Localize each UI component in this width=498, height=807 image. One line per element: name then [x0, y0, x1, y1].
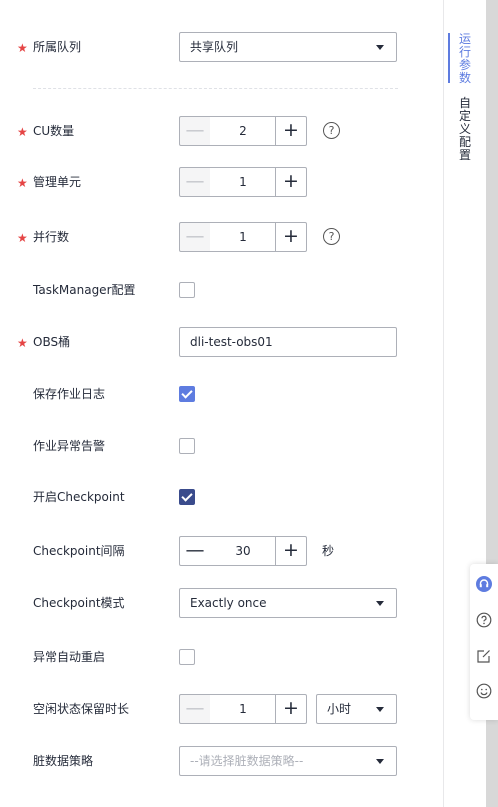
increment-button[interactable]: +: [275, 694, 307, 724]
checkpoint-row: 开启Checkpoint: [0, 481, 440, 513]
obs-bucket-value: dli-test-obs01: [190, 335, 273, 349]
chevron-down-icon: [376, 707, 384, 712]
taskmanager-label: TaskManager配置: [33, 283, 136, 297]
dirty-data-select[interactable]: --请选择脏数据策略--: [179, 746, 397, 776]
parallelism-label: 并行数: [33, 230, 70, 244]
obs-row: ★ OBS桶 dli-test-obs01: [0, 326, 440, 358]
idle-time-row: 空闲状态保留时长 — 1 + 小时: [0, 693, 440, 725]
alarm-checkbox[interactable]: [179, 438, 195, 454]
side-tab-active-indicator: [448, 33, 450, 83]
divider: [33, 88, 398, 89]
checkpoint-interval-row: Checkpoint间隔 — 30 + 秒: [0, 535, 440, 567]
idle-time-stepper: — 1 +: [179, 694, 307, 724]
manager-unit-stepper: — 1 +: [179, 167, 307, 197]
decrement-button[interactable]: —: [179, 167, 211, 197]
required-marker: ★: [17, 231, 28, 245]
checkpoint-label: 开启Checkpoint: [33, 490, 125, 504]
chevron-down-icon: [376, 601, 384, 606]
checkpoint-mode-label: Checkpoint模式: [33, 596, 125, 610]
dirty-data-placeholder: --请选择脏数据策略--: [190, 754, 304, 768]
chevron-down-icon: [376, 45, 384, 50]
required-marker: ★: [17, 41, 28, 55]
checkpoint-mode-row: Checkpoint模式 Exactly once: [0, 587, 440, 619]
checkpoint-interval-stepper: — 30 +: [179, 536, 307, 566]
chevron-down-icon: [376, 759, 384, 764]
auto-restart-label: 异常自动重启: [33, 650, 106, 664]
increment-button[interactable]: +: [275, 222, 307, 252]
save-log-checkbox[interactable]: [179, 386, 195, 402]
checkpoint-mode-select[interactable]: Exactly once: [179, 588, 397, 618]
decrement-button[interactable]: —: [179, 116, 211, 146]
alarm-label: 作业异常告警: [33, 439, 106, 453]
required-marker: ★: [17, 125, 28, 139]
checkpoint-checkbox[interactable]: [179, 489, 195, 505]
auto-restart-checkbox[interactable]: [179, 649, 195, 665]
taskmanager-row: TaskManager配置: [0, 274, 440, 306]
required-marker: ★: [17, 336, 28, 350]
queue-row: ★ 所属队列 共享队列: [0, 31, 440, 63]
tab-run-params[interactable]: 运行参数: [458, 33, 472, 85]
queue-label: 所属队列: [33, 40, 82, 54]
headset-icon[interactable]: [476, 576, 492, 592]
smile-icon[interactable]: [476, 683, 492, 699]
parallelism-row: ★ 并行数 — 1 + ?: [0, 221, 440, 253]
queue-select[interactable]: 共享队列: [179, 32, 397, 62]
taskmanager-checkbox[interactable]: [179, 282, 195, 298]
queue-value: 共享队列: [190, 40, 239, 54]
floating-toolbar: [470, 564, 498, 720]
save-log-row: 保存作业日志: [0, 378, 440, 410]
tab-custom-config[interactable]: 自定义配置: [458, 97, 472, 162]
cu-label: CU数量: [33, 124, 75, 138]
decrement-button[interactable]: —: [179, 694, 211, 724]
question-icon[interactable]: [476, 612, 492, 628]
decrement-button[interactable]: —: [179, 536, 211, 566]
checkpoint-interval-input[interactable]: 30: [210, 536, 276, 566]
checkpoint-interval-label: Checkpoint间隔: [33, 544, 125, 558]
cu-stepper: — 2 +: [179, 116, 307, 146]
obs-label: OBS桶: [33, 335, 71, 349]
idle-time-input[interactable]: 1: [210, 694, 276, 724]
cu-row: ★ CU数量 — 2 + ?: [0, 115, 440, 147]
interval-unit: 秒: [322, 544, 335, 558]
manager-unit-input[interactable]: 1: [210, 167, 276, 197]
increment-button[interactable]: +: [275, 167, 307, 197]
edit-icon[interactable]: [476, 648, 492, 664]
auto-restart-row: 异常自动重启: [0, 641, 440, 673]
dirty-data-row: 脏数据策略 --请选择脏数据策略--: [0, 745, 440, 777]
idle-time-label: 空闲状态保留时长: [33, 702, 130, 716]
obs-bucket-input[interactable]: dli-test-obs01: [179, 327, 397, 357]
side-tab-panel: [443, 0, 444, 807]
parallelism-input[interactable]: 1: [210, 222, 276, 252]
save-log-label: 保存作业日志: [33, 387, 106, 401]
increment-button[interactable]: +: [275, 116, 307, 146]
parallelism-stepper: — 1 +: [179, 222, 307, 252]
idle-unit-select[interactable]: 小时: [316, 694, 397, 724]
checkpoint-mode-value: Exactly once: [190, 596, 267, 610]
idle-unit-value: 小时: [327, 702, 352, 716]
required-marker: ★: [17, 176, 28, 190]
decrement-button[interactable]: —: [179, 222, 211, 252]
alarm-row: 作业异常告警: [0, 430, 440, 462]
manager-unit-row: ★ 管理单元 — 1 +: [0, 166, 440, 198]
help-icon[interactable]: ?: [323, 228, 340, 245]
manager-unit-label: 管理单元: [33, 175, 82, 189]
dirty-data-label: 脏数据策略: [33, 754, 94, 768]
help-icon[interactable]: ?: [323, 122, 340, 139]
cu-input[interactable]: 2: [210, 116, 276, 146]
increment-button[interactable]: +: [275, 536, 307, 566]
